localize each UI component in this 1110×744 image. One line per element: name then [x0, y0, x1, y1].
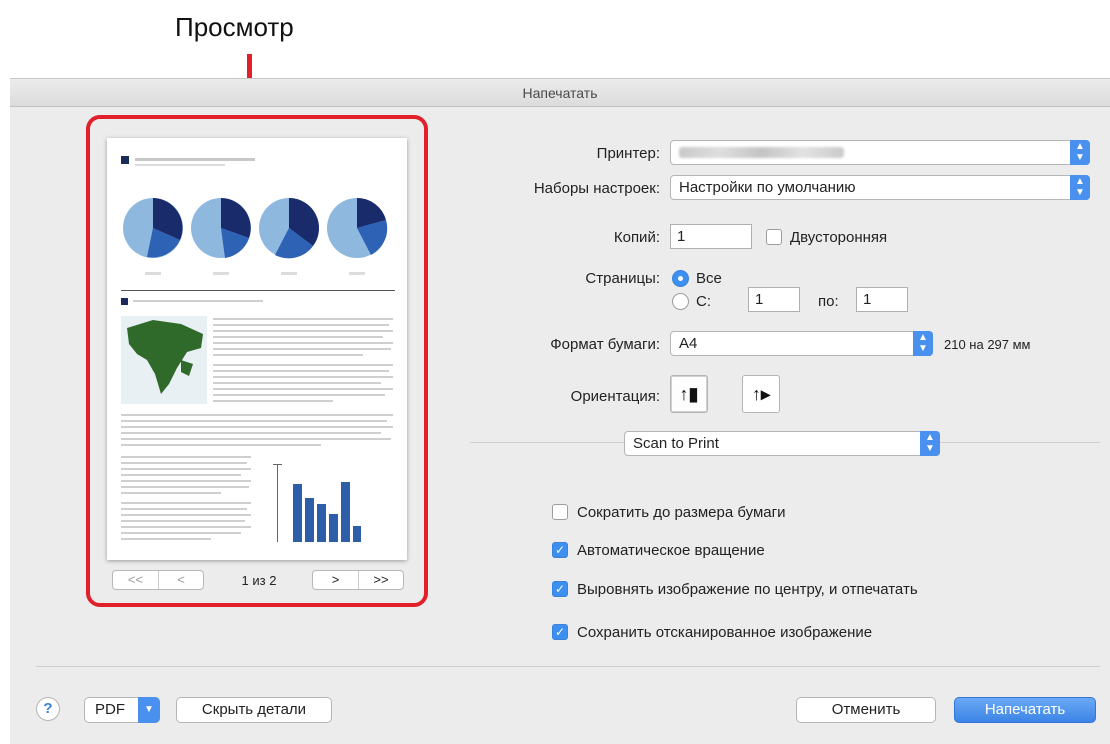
- help-button[interactable]: ?: [36, 697, 60, 721]
- next-page-button[interactable]: >: [313, 571, 358, 589]
- duplex-label: Двусторонняя: [790, 229, 888, 246]
- orientation-label: Ориентация:: [570, 388, 660, 405]
- pie-3: [259, 198, 319, 259]
- paper-dimensions: 210 на 297 мм: [944, 337, 1031, 352]
- shrink-to-paper-checkbox[interactable]: [552, 504, 568, 520]
- save-scan-checkbox[interactable]: ✓: [552, 624, 568, 640]
- paper-size-popup-arrow-icon: ▲ ▼: [913, 331, 933, 356]
- cancel-button[interactable]: Отменить: [796, 697, 936, 723]
- paper-size-label: Формат бумаги:: [550, 336, 660, 353]
- plugin-menu-popup[interactable]: Scan to Print ▲ ▼: [624, 431, 940, 456]
- presets-value: Настройки по умолчанию: [679, 179, 856, 196]
- presets-label: Наборы настроек:: [533, 180, 660, 197]
- save-scan-label: Сохранить отсканированное изображение: [577, 624, 873, 641]
- pie-4: [327, 197, 388, 258]
- landscape-orientation-icon[interactable]: ↑▸: [742, 375, 780, 413]
- auto-rotate-label: Автоматическое вращение: [577, 542, 765, 559]
- pages-all-radio[interactable]: [672, 270, 689, 287]
- copies-label: Копий:: [613, 229, 660, 246]
- auto-rotate-checkbox[interactable]: ✓: [552, 542, 568, 558]
- last-page-button[interactable]: >>: [358, 571, 403, 589]
- plugin-menu-arrow-icon: ▲ ▼: [920, 431, 940, 456]
- paper-size-value: A4: [679, 335, 698, 352]
- page-indicator: 1 из 2: [241, 573, 277, 588]
- pages-all-label: Все: [696, 270, 722, 287]
- printer-popup-arrow-icon: ▲ ▼: [1070, 140, 1090, 165]
- prev-page-button[interactable]: <: [158, 571, 203, 589]
- presets-popup[interactable]: Настройки по умолчанию ▲ ▼: [670, 175, 1090, 200]
- text-lines-full: [121, 414, 393, 446]
- shrink-to-paper-label: Сократить до размера бумаги: [577, 504, 786, 521]
- first-page-button[interactable]: <<: [113, 571, 158, 589]
- preview-forward-buttons: > >>: [312, 570, 404, 590]
- text-lines-right: [213, 318, 393, 402]
- printer-label: Принтер:: [596, 145, 660, 162]
- text-lines-left: [121, 456, 251, 540]
- dialog-title: Напечатать: [10, 79, 1110, 107]
- pages-from-field[interactable]: 1: [748, 287, 800, 312]
- hide-details-button[interactable]: Скрыть детали: [176, 697, 332, 723]
- pages-label: Страницы:: [585, 270, 660, 287]
- pages-range-radio[interactable]: [672, 293, 689, 310]
- footer-separator: [36, 666, 1100, 667]
- pages-to-label: по:: [818, 293, 839, 310]
- pdf-menu-button[interactable]: PDF ▼: [84, 697, 160, 723]
- print-button[interactable]: Напечатать: [954, 697, 1096, 723]
- printer-popup[interactable]: ▲ ▼: [670, 140, 1090, 165]
- preview-highlight: << < 1 из 2 > >>: [86, 115, 428, 607]
- duplex-checkbox[interactable]: [766, 229, 782, 245]
- pages-from-label: С:: [696, 293, 711, 310]
- pdf-label: PDF: [95, 701, 125, 718]
- bar-chart: [293, 482, 361, 542]
- preview-page: [107, 138, 407, 560]
- preview-back-buttons: << <: [112, 570, 204, 590]
- preview-annotation-label: Просмотр: [175, 12, 294, 42]
- center-image-label: Выровнять изображение по центру, и отпеч…: [577, 581, 918, 598]
- plugin-menu-value: Scan to Print: [633, 435, 719, 452]
- preview-navigation: << < 1 из 2 > >>: [112, 570, 404, 592]
- preview-page-thumbnail: [121, 156, 395, 542]
- pie-1: [123, 198, 183, 258]
- pie-2: [191, 198, 251, 258]
- portrait-orientation-icon[interactable]: ↑▮: [670, 375, 708, 413]
- presets-popup-arrow-icon: ▲ ▼: [1070, 175, 1090, 200]
- pages-to-field[interactable]: 1: [856, 287, 908, 312]
- copies-field[interactable]: 1: [670, 224, 752, 249]
- center-image-checkbox[interactable]: ✓: [552, 581, 568, 597]
- chevron-down-icon: ▼: [138, 697, 160, 723]
- paper-size-popup[interactable]: A4 ▲ ▼: [670, 331, 933, 356]
- print-dialog: Напечатать << < 1 из 2 > >> Принтер: ▲ ▼…: [10, 78, 1110, 744]
- printer-name-redacted: [679, 147, 844, 158]
